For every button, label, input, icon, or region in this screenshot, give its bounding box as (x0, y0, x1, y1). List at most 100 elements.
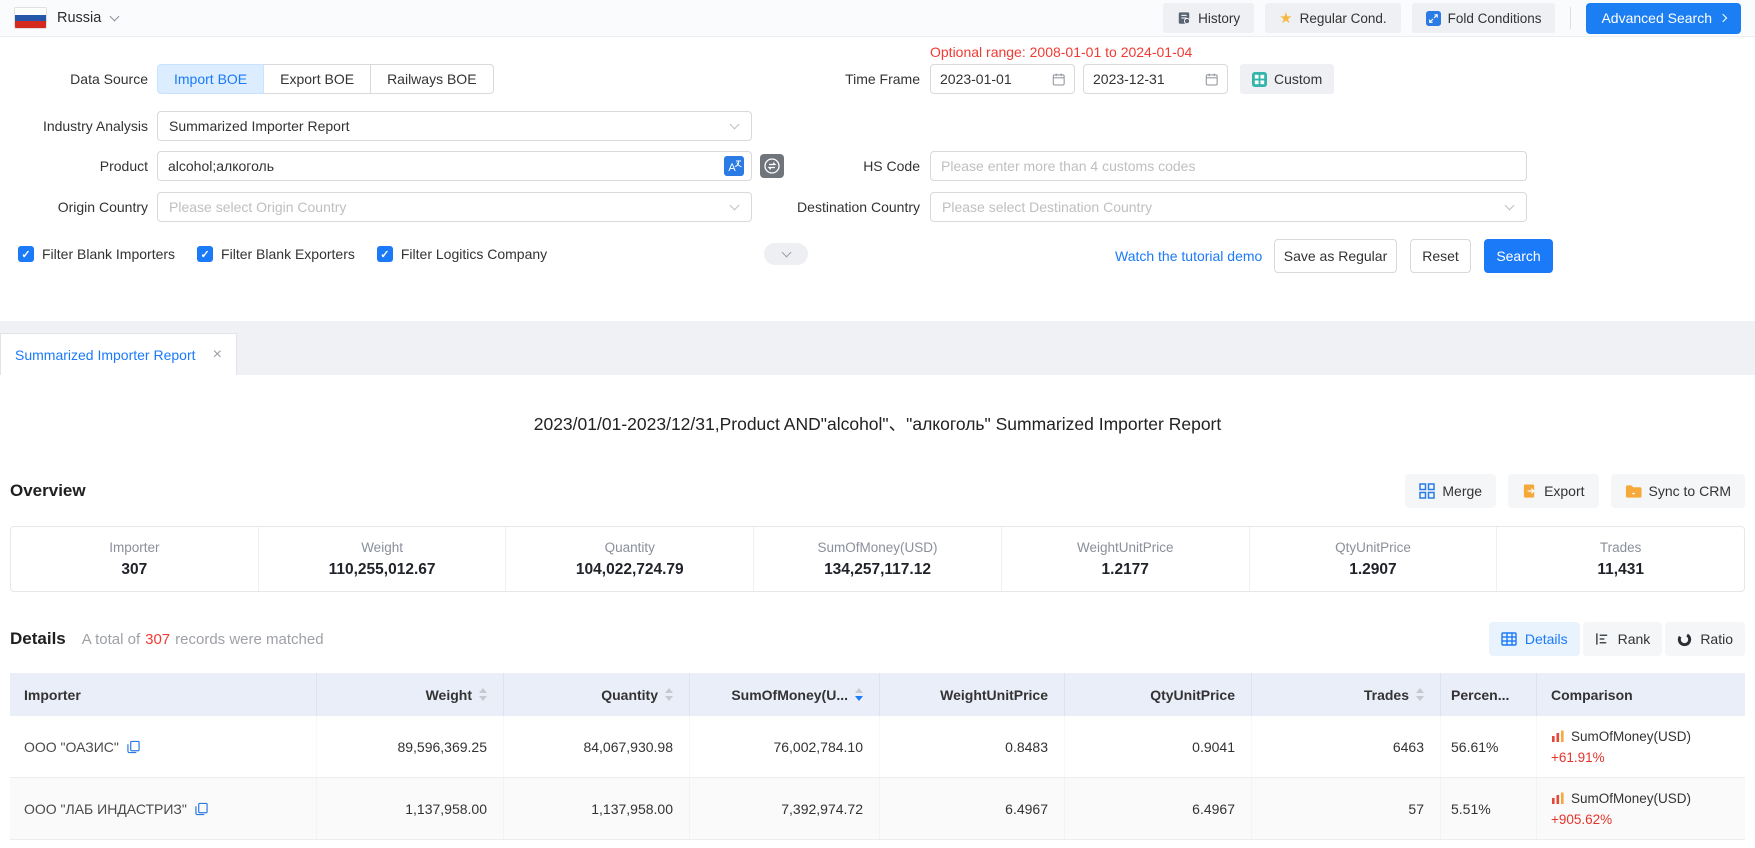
top-bar: Russia History ★ Regular Cond. Fold Cond… (0, 0, 1755, 37)
destination-country-select[interactable]: Please select Destination Country (930, 192, 1527, 222)
sort-icon-active-desc[interactable] (855, 688, 863, 701)
view-ratio-label: Ratio (1700, 631, 1733, 647)
origin-country-placeholder: Please select Origin Country (169, 199, 346, 215)
view-ratio-button[interactable]: Ratio (1665, 622, 1745, 656)
copy-icon[interactable] (195, 802, 208, 816)
view-details-button[interactable]: Details (1489, 622, 1580, 656)
view-rank-label: Rank (1618, 631, 1651, 647)
history-icon (1177, 11, 1191, 25)
stat-qty-unit-price: QtyUnitPrice 1.2907 (1250, 527, 1498, 591)
comparison-metric: SumOfMoney(USD) (1571, 729, 1691, 744)
reset-button[interactable]: Reset (1410, 239, 1471, 273)
close-icon[interactable]: × (213, 347, 222, 363)
translate-icon[interactable]: A (724, 156, 744, 176)
advanced-search-button[interactable]: Advanced Search (1586, 3, 1741, 34)
sum-of-money-cell: 76,002,784.10 (690, 716, 880, 777)
svg-text:A: A (728, 162, 736, 174)
tutorial-demo-link[interactable]: Watch the tutorial demo (1115, 239, 1262, 273)
hs-code-input[interactable] (941, 158, 1516, 174)
rank-icon (1595, 632, 1610, 646)
origin-country-label: Origin Country (0, 192, 148, 222)
divider (1570, 7, 1571, 29)
col-trades[interactable]: Trades (1252, 673, 1441, 716)
merge-button[interactable]: Merge (1405, 474, 1496, 508)
col-weight[interactable]: Weight (317, 673, 504, 716)
table-row[interactable]: ООО "ОАЗИС" 89,596,369.25 84,067,930.98 … (10, 716, 1745, 778)
col-percent[interactable]: Percen... (1441, 673, 1537, 716)
tab-label: Summarized Importer Report (15, 347, 196, 363)
stat-weight-unit-price: WeightUnitPrice 1.2177 (1002, 527, 1250, 591)
col-sum-of-money[interactable]: SumOfMoney(U... (690, 673, 880, 716)
filter-blank-importers-checkbox[interactable]: ✓ Filter Blank Importers (18, 246, 175, 262)
custom-button[interactable]: Custom (1240, 64, 1334, 94)
chevron-down-icon (781, 248, 791, 258)
regular-cond-button[interactable]: ★ Regular Cond. (1265, 3, 1401, 33)
view-rank-button[interactable]: Rank (1583, 622, 1663, 656)
sort-icon[interactable] (665, 688, 673, 701)
hs-code-field[interactable] (930, 151, 1527, 181)
col-quantity[interactable]: Quantity (504, 673, 690, 716)
origin-country-select[interactable]: Please select Origin Country (157, 192, 752, 222)
filter-blank-exporters-checkbox[interactable]: ✓ Filter Blank Exporters (197, 246, 355, 262)
calendar-icon (1052, 72, 1065, 87)
sync-to-crm-button[interactable]: Sync to CRM (1611, 474, 1745, 508)
importer-name[interactable]: ООО "ЛАБ ИНДАСТРИЗ" (24, 801, 187, 817)
chevron-down-icon[interactable] (110, 11, 120, 21)
trades-cell: 57 (1252, 778, 1441, 839)
tab-import-boe[interactable]: Import BOE (157, 64, 264, 94)
filter-logitics-company-checkbox[interactable]: ✓ Filter Logitics Company (377, 246, 547, 262)
col-weight-unit-price[interactable]: WeightUnitPrice (880, 673, 1065, 716)
date-from-field[interactable] (930, 64, 1075, 94)
importer-name[interactable]: ООО "ОАЗИС" (24, 739, 119, 755)
optional-range-note: Optional range: 2008-01-01 to 2024-01-04 (930, 44, 1192, 60)
ratio-donut-icon (1677, 632, 1692, 647)
destination-country-label: Destination Country (770, 192, 920, 222)
search-form: Optional range: 2008-01-01 to 2024-01-04… (0, 37, 1755, 321)
sync-to-crm-label: Sync to CRM (1649, 483, 1731, 499)
fold-conditions-button[interactable]: Fold Conditions (1412, 3, 1556, 33)
filter-blank-importers-label: Filter Blank Importers (42, 246, 175, 262)
regular-cond-label: Regular Cond. (1300, 11, 1387, 26)
search-button[interactable]: Search (1484, 239, 1553, 273)
product-label: Product (0, 151, 148, 181)
checkbox-checked-icon: ✓ (18, 246, 34, 262)
advanced-search-label: Advanced Search (1601, 10, 1712, 26)
data-source-label: Data Source (0, 64, 148, 94)
sort-icon[interactable] (479, 688, 487, 701)
table-row[interactable]: ООО "ЛАБ ИНДАСТРИЗ" 1,137,958.00 1,137,9… (10, 778, 1745, 840)
industry-analysis-label: Industry Analysis (0, 111, 148, 141)
tab-summarized-importer-report[interactable]: Summarized Importer Report × (0, 333, 237, 375)
fold-conditions-label: Fold Conditions (1448, 11, 1542, 26)
col-qty-unit-price[interactable]: QtyUnitPrice (1065, 673, 1252, 716)
date-to-field[interactable] (1083, 64, 1228, 94)
industry-analysis-value: Summarized Importer Report (169, 118, 350, 134)
tab-railways-boe[interactable]: Railways BOE (370, 64, 493, 94)
russia-flag-icon (14, 7, 47, 29)
collapse-toggle[interactable] (764, 243, 808, 265)
comparison-cell: SumOfMoney(USD) +61.91% (1537, 716, 1745, 777)
country-selector[interactable]: Russia (57, 10, 101, 26)
date-to-input[interactable] (1093, 71, 1205, 87)
industry-analysis-select[interactable]: Summarized Importer Report (157, 111, 752, 141)
stat-quantity: Quantity 104,022,724.79 (506, 527, 754, 591)
checkbox-checked-icon: ✓ (377, 246, 393, 262)
col-comparison[interactable]: Comparison (1537, 673, 1745, 716)
history-button[interactable]: History (1163, 3, 1254, 33)
copy-icon[interactable] (127, 740, 140, 754)
export-icon (1522, 483, 1537, 499)
quantity-cell: 84,067,930.98 (504, 716, 690, 777)
chevron-down-icon (730, 120, 740, 130)
comparison-metric: SumOfMoney(USD) (1571, 791, 1691, 806)
export-button[interactable]: Export (1508, 474, 1598, 508)
col-importer[interactable]: Importer (10, 673, 317, 716)
report-content: 2023/01/01-2023/12/31,Product AND"alcoho… (0, 411, 1755, 840)
tab-export-boe[interactable]: Export BOE (263, 64, 371, 94)
merge-label: Merge (1442, 483, 1482, 499)
filter-logitics-company-label: Filter Logitics Company (401, 246, 547, 262)
date-from-input[interactable] (940, 71, 1052, 87)
product-input[interactable] (168, 158, 715, 174)
product-field[interactable] (157, 151, 752, 181)
save-as-regular-button[interactable]: Save as Regular (1274, 239, 1397, 273)
weight-unit-price-cell: 0.8483 (880, 716, 1065, 777)
sort-icon[interactable] (1416, 688, 1424, 701)
